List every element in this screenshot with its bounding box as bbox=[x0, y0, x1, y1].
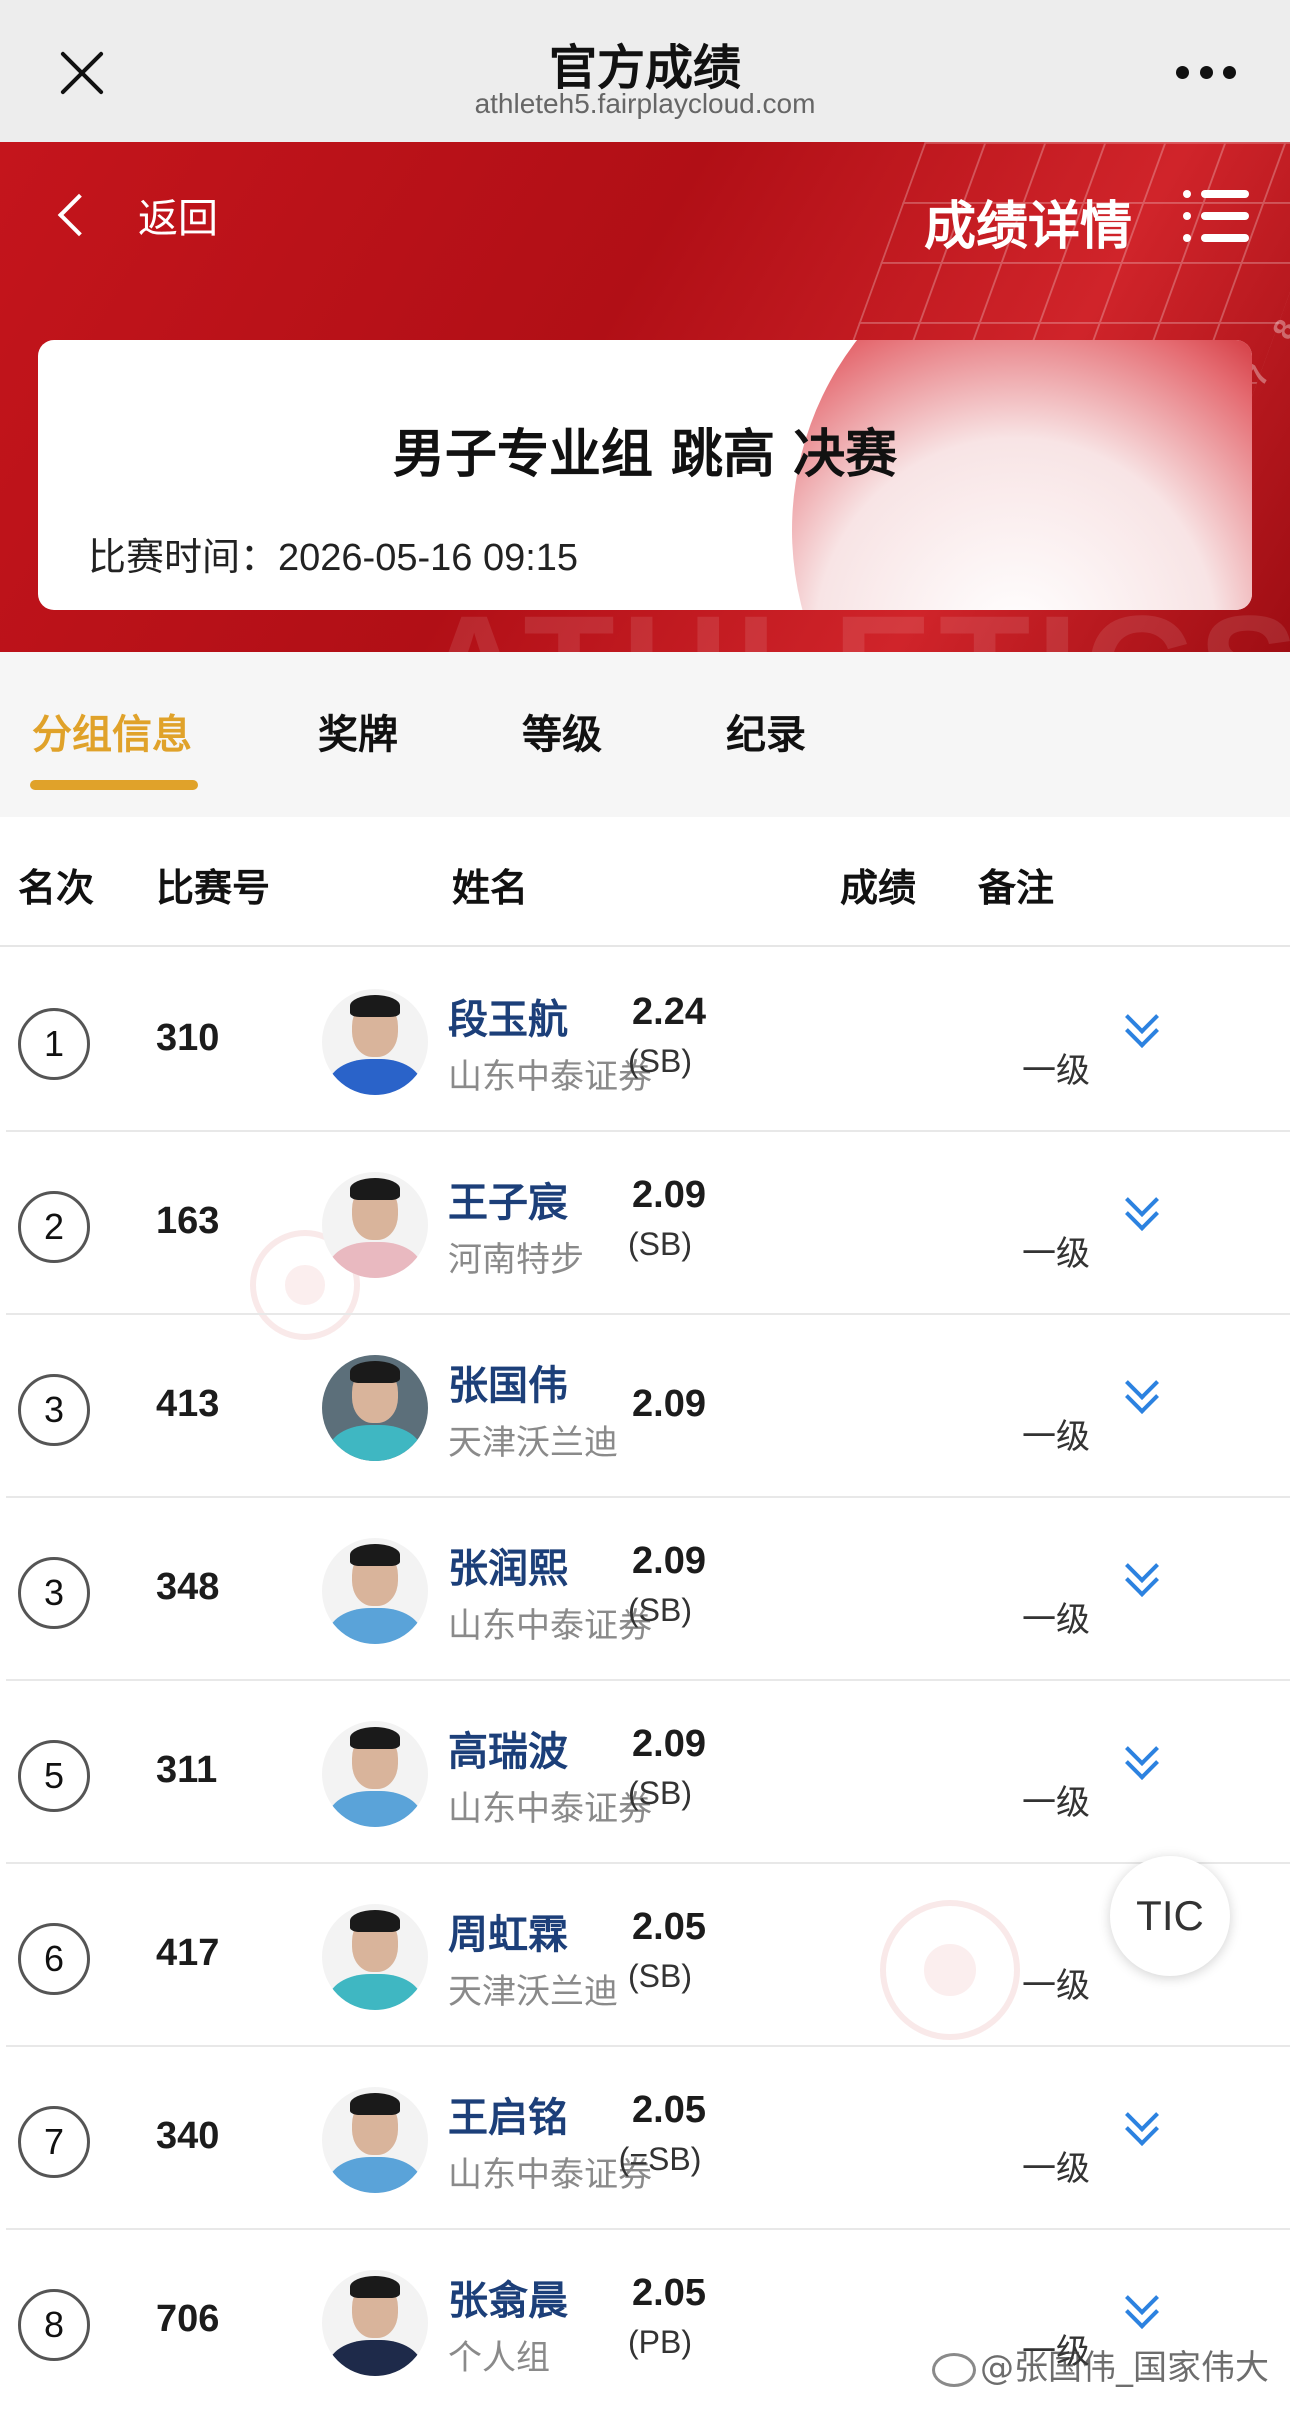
double-chevron-down-icon[interactable] bbox=[1122, 1549, 1162, 1604]
tab-medals[interactable]: 奖牌 bbox=[318, 702, 398, 760]
browser-top-bar: 官方成绩 athleteh5.fairplaycloud.com bbox=[0, 0, 1290, 142]
weibo-logo-icon bbox=[932, 2352, 976, 2387]
result-note: (SB) bbox=[628, 1775, 692, 1811]
header-remark: 备注 bbox=[978, 866, 1055, 910]
result-mark: 2.09 bbox=[632, 1383, 706, 1425]
result-grade: 一级 bbox=[1022, 1417, 1090, 1457]
tab-records[interactable]: 纪录 bbox=[726, 702, 806, 760]
chevron-left-icon bbox=[57, 193, 101, 237]
result-note: (=SB) bbox=[618, 2141, 702, 2177]
result-grade: 一级 bbox=[1022, 1600, 1090, 1640]
double-chevron-down-icon[interactable] bbox=[1122, 1366, 1162, 1421]
result-grade: 一级 bbox=[1022, 2149, 1090, 2189]
result-note: (SB) bbox=[628, 1592, 692, 1628]
weibo-watermark: @张国伟_国家伟大 bbox=[932, 2340, 1269, 2389]
table-row[interactable]: 7 340 王启铭 山东中泰证券 2.05 (=SB) 一级 bbox=[6, 2047, 1290, 2230]
rank-badge: 3 bbox=[18, 1374, 90, 1446]
athlete-avatar bbox=[322, 1355, 428, 1461]
header-banner: 4 5 6 7 8 ATHLETICS 返回 成绩详情 男子专业组 跳高 决赛 … bbox=[0, 142, 1290, 652]
table-row[interactable]: 6 417 周虹霖 天津沃兰迪 2.05 (SB) 一级 bbox=[6, 1864, 1290, 2047]
athlete-avatar bbox=[322, 1538, 428, 1644]
rank-badge: 1 bbox=[18, 1008, 90, 1080]
double-chevron-down-icon[interactable] bbox=[1122, 2098, 1162, 2153]
bib-number: 417 bbox=[156, 1932, 220, 1974]
rank-badge: 3 bbox=[18, 1557, 90, 1629]
athlete-avatar bbox=[322, 1721, 428, 1827]
bib-number: 310 bbox=[156, 1017, 220, 1059]
more-icon[interactable] bbox=[1176, 66, 1236, 82]
browser-url: athleteh5.fairplaycloud.com bbox=[474, 88, 816, 119]
bib-number: 163 bbox=[156, 1200, 220, 1242]
result-mark: 2.24 bbox=[632, 991, 706, 1033]
header-name: 姓名 bbox=[452, 866, 529, 910]
header-rank: 名次 bbox=[18, 866, 95, 910]
rank-badge: 5 bbox=[18, 1740, 90, 1812]
bib-number: 340 bbox=[156, 2115, 220, 2157]
tab-group-info[interactable]: 分组信息 bbox=[32, 702, 192, 760]
bib-number: 413 bbox=[156, 1383, 220, 1425]
tab-grades[interactable]: 等级 bbox=[522, 702, 602, 760]
rank-badge: 7 bbox=[18, 2106, 90, 2178]
athlete-avatar bbox=[322, 1172, 428, 1278]
athlete-avatar bbox=[322, 2087, 428, 2193]
double-chevron-down-icon[interactable] bbox=[1122, 1183, 1162, 1238]
event-time: 比赛时间：2026-05-16 09:15 bbox=[88, 526, 578, 581]
double-chevron-down-icon[interactable] bbox=[1122, 1000, 1162, 1055]
result-note: (SB) bbox=[628, 1043, 692, 1079]
athlete-avatar bbox=[322, 989, 428, 1095]
header-mark: 成绩 bbox=[840, 866, 917, 910]
result-mark: 2.05 bbox=[632, 2089, 706, 2131]
tic-floating-button[interactable]: TIC bbox=[1110, 1856, 1230, 1976]
active-tab-indicator bbox=[30, 780, 198, 790]
event-time-value: 2026-05-16 09:15 bbox=[278, 537, 579, 579]
result-mark: 2.09 bbox=[632, 1723, 706, 1765]
double-chevron-down-icon[interactable] bbox=[1122, 2281, 1162, 2336]
bib-number: 311 bbox=[156, 1749, 218, 1791]
event-title: 男子专业组 跳高 决赛 bbox=[392, 425, 898, 485]
table-row[interactable]: 2 163 王子宸 河南特步 2.09 (SB) 一级 bbox=[6, 1132, 1290, 1315]
result-note: (SB) bbox=[628, 1226, 692, 1262]
rank-badge: 8 bbox=[18, 2289, 90, 2361]
result-grade: 一级 bbox=[1022, 1966, 1090, 2006]
bib-number: 706 bbox=[156, 2298, 220, 2340]
tab-bar: 分组信息 奖牌 等级 纪录 bbox=[0, 652, 1290, 817]
result-grade: 一级 bbox=[1022, 1783, 1090, 1823]
athlete-avatar bbox=[322, 2270, 428, 2376]
athlete-avatar bbox=[322, 1904, 428, 2010]
table-row[interactable]: 3 413 张国伟 天津沃兰迪 2.09 一级 bbox=[6, 1315, 1290, 1498]
result-note: (SB) bbox=[628, 1958, 692, 1994]
rank-badge: 2 bbox=[18, 1191, 90, 1263]
rank-badge: 6 bbox=[18, 1923, 90, 1995]
table-row[interactable]: 3 348 张润熙 山东中泰证券 2.09 (SB) 一级 bbox=[6, 1498, 1290, 1681]
result-mark: 2.09 bbox=[632, 1174, 706, 1216]
event-time-label: 比赛时间： bbox=[88, 535, 279, 579]
table-row[interactable]: 1 310 段玉航 山东中泰证券 2.24 (SB) 一级 bbox=[6, 949, 1290, 1132]
back-button[interactable]: 返回 bbox=[50, 180, 218, 250]
weibo-watermark-text: @张国伟_国家伟大 bbox=[980, 2348, 1269, 2388]
result-mark: 2.05 bbox=[632, 1906, 706, 1948]
page-title: 成绩详情 bbox=[924, 197, 1133, 257]
header-bib: 比赛号 bbox=[156, 866, 271, 910]
result-mark: 2.09 bbox=[632, 1540, 706, 1582]
results-table-header: 名次 比赛号 姓名 成绩 备注 bbox=[0, 817, 1290, 947]
event-card: 男子专业组 跳高 决赛 比赛时间：2026-05-16 09:15 bbox=[38, 340, 1252, 610]
table-row[interactable]: 5 311 高瑞波 山东中泰证券 2.09 (SB) 一级 bbox=[6, 1681, 1290, 1864]
result-grade: 一级 bbox=[1022, 1051, 1090, 1091]
back-label: 返回 bbox=[138, 196, 218, 242]
double-chevron-down-icon[interactable] bbox=[1122, 1732, 1162, 1787]
result-mark: 2.05 bbox=[632, 2272, 706, 2314]
list-menu-icon[interactable] bbox=[1183, 190, 1249, 242]
bib-number: 348 bbox=[156, 1566, 220, 1608]
result-grade: 一级 bbox=[1022, 1234, 1090, 1274]
result-note: (PB) bbox=[628, 2324, 692, 2360]
